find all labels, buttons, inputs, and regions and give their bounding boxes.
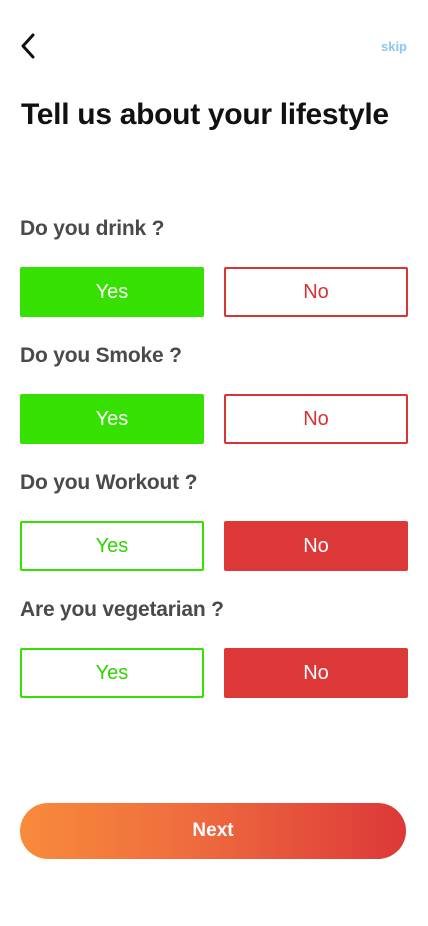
question-drink-label: Do you drink ? — [20, 217, 165, 240]
skip-link[interactable]: skip — [381, 39, 407, 54]
vegetarian-yes-button[interactable]: Yes — [20, 648, 204, 698]
page-title: Tell us about your lifestyle — [21, 98, 389, 131]
drink-no-button[interactable]: No — [224, 267, 408, 317]
question-vegetarian-label: Are you vegetarian ? — [20, 598, 224, 621]
chevron-left-icon — [20, 33, 36, 59]
next-button[interactable]: Next — [20, 803, 406, 859]
smoke-yes-button[interactable]: Yes — [20, 394, 204, 444]
workout-no-button[interactable]: No — [224, 521, 408, 571]
workout-yes-button[interactable]: Yes — [20, 521, 204, 571]
back-button[interactable] — [14, 30, 42, 62]
question-workout-label: Do you Workout ? — [20, 471, 198, 494]
drink-yes-button[interactable]: Yes — [20, 267, 204, 317]
smoke-no-button[interactable]: No — [224, 394, 408, 444]
question-smoke-label: Do you Smoke ? — [20, 344, 182, 367]
vegetarian-no-button[interactable]: No — [224, 648, 408, 698]
